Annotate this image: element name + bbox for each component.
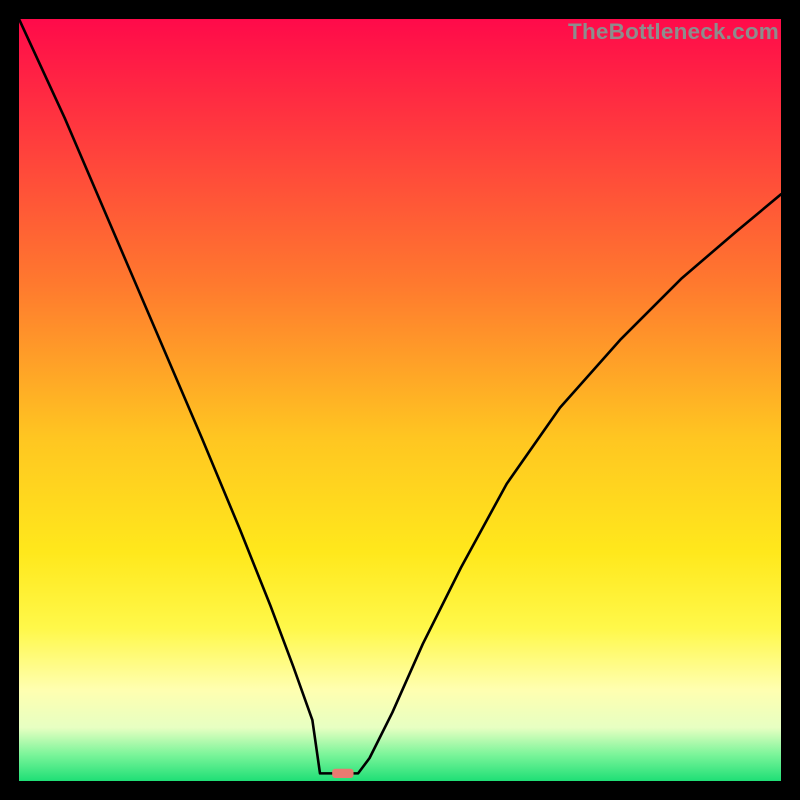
plot-svg	[19, 19, 781, 781]
gradient-background	[19, 19, 781, 781]
watermark-text: TheBottleneck.com	[568, 19, 779, 45]
plot-area: TheBottleneck.com	[19, 19, 781, 781]
chart-frame: TheBottleneck.com	[0, 0, 800, 800]
bottom-marker	[332, 769, 353, 778]
marker-group	[332, 769, 353, 778]
